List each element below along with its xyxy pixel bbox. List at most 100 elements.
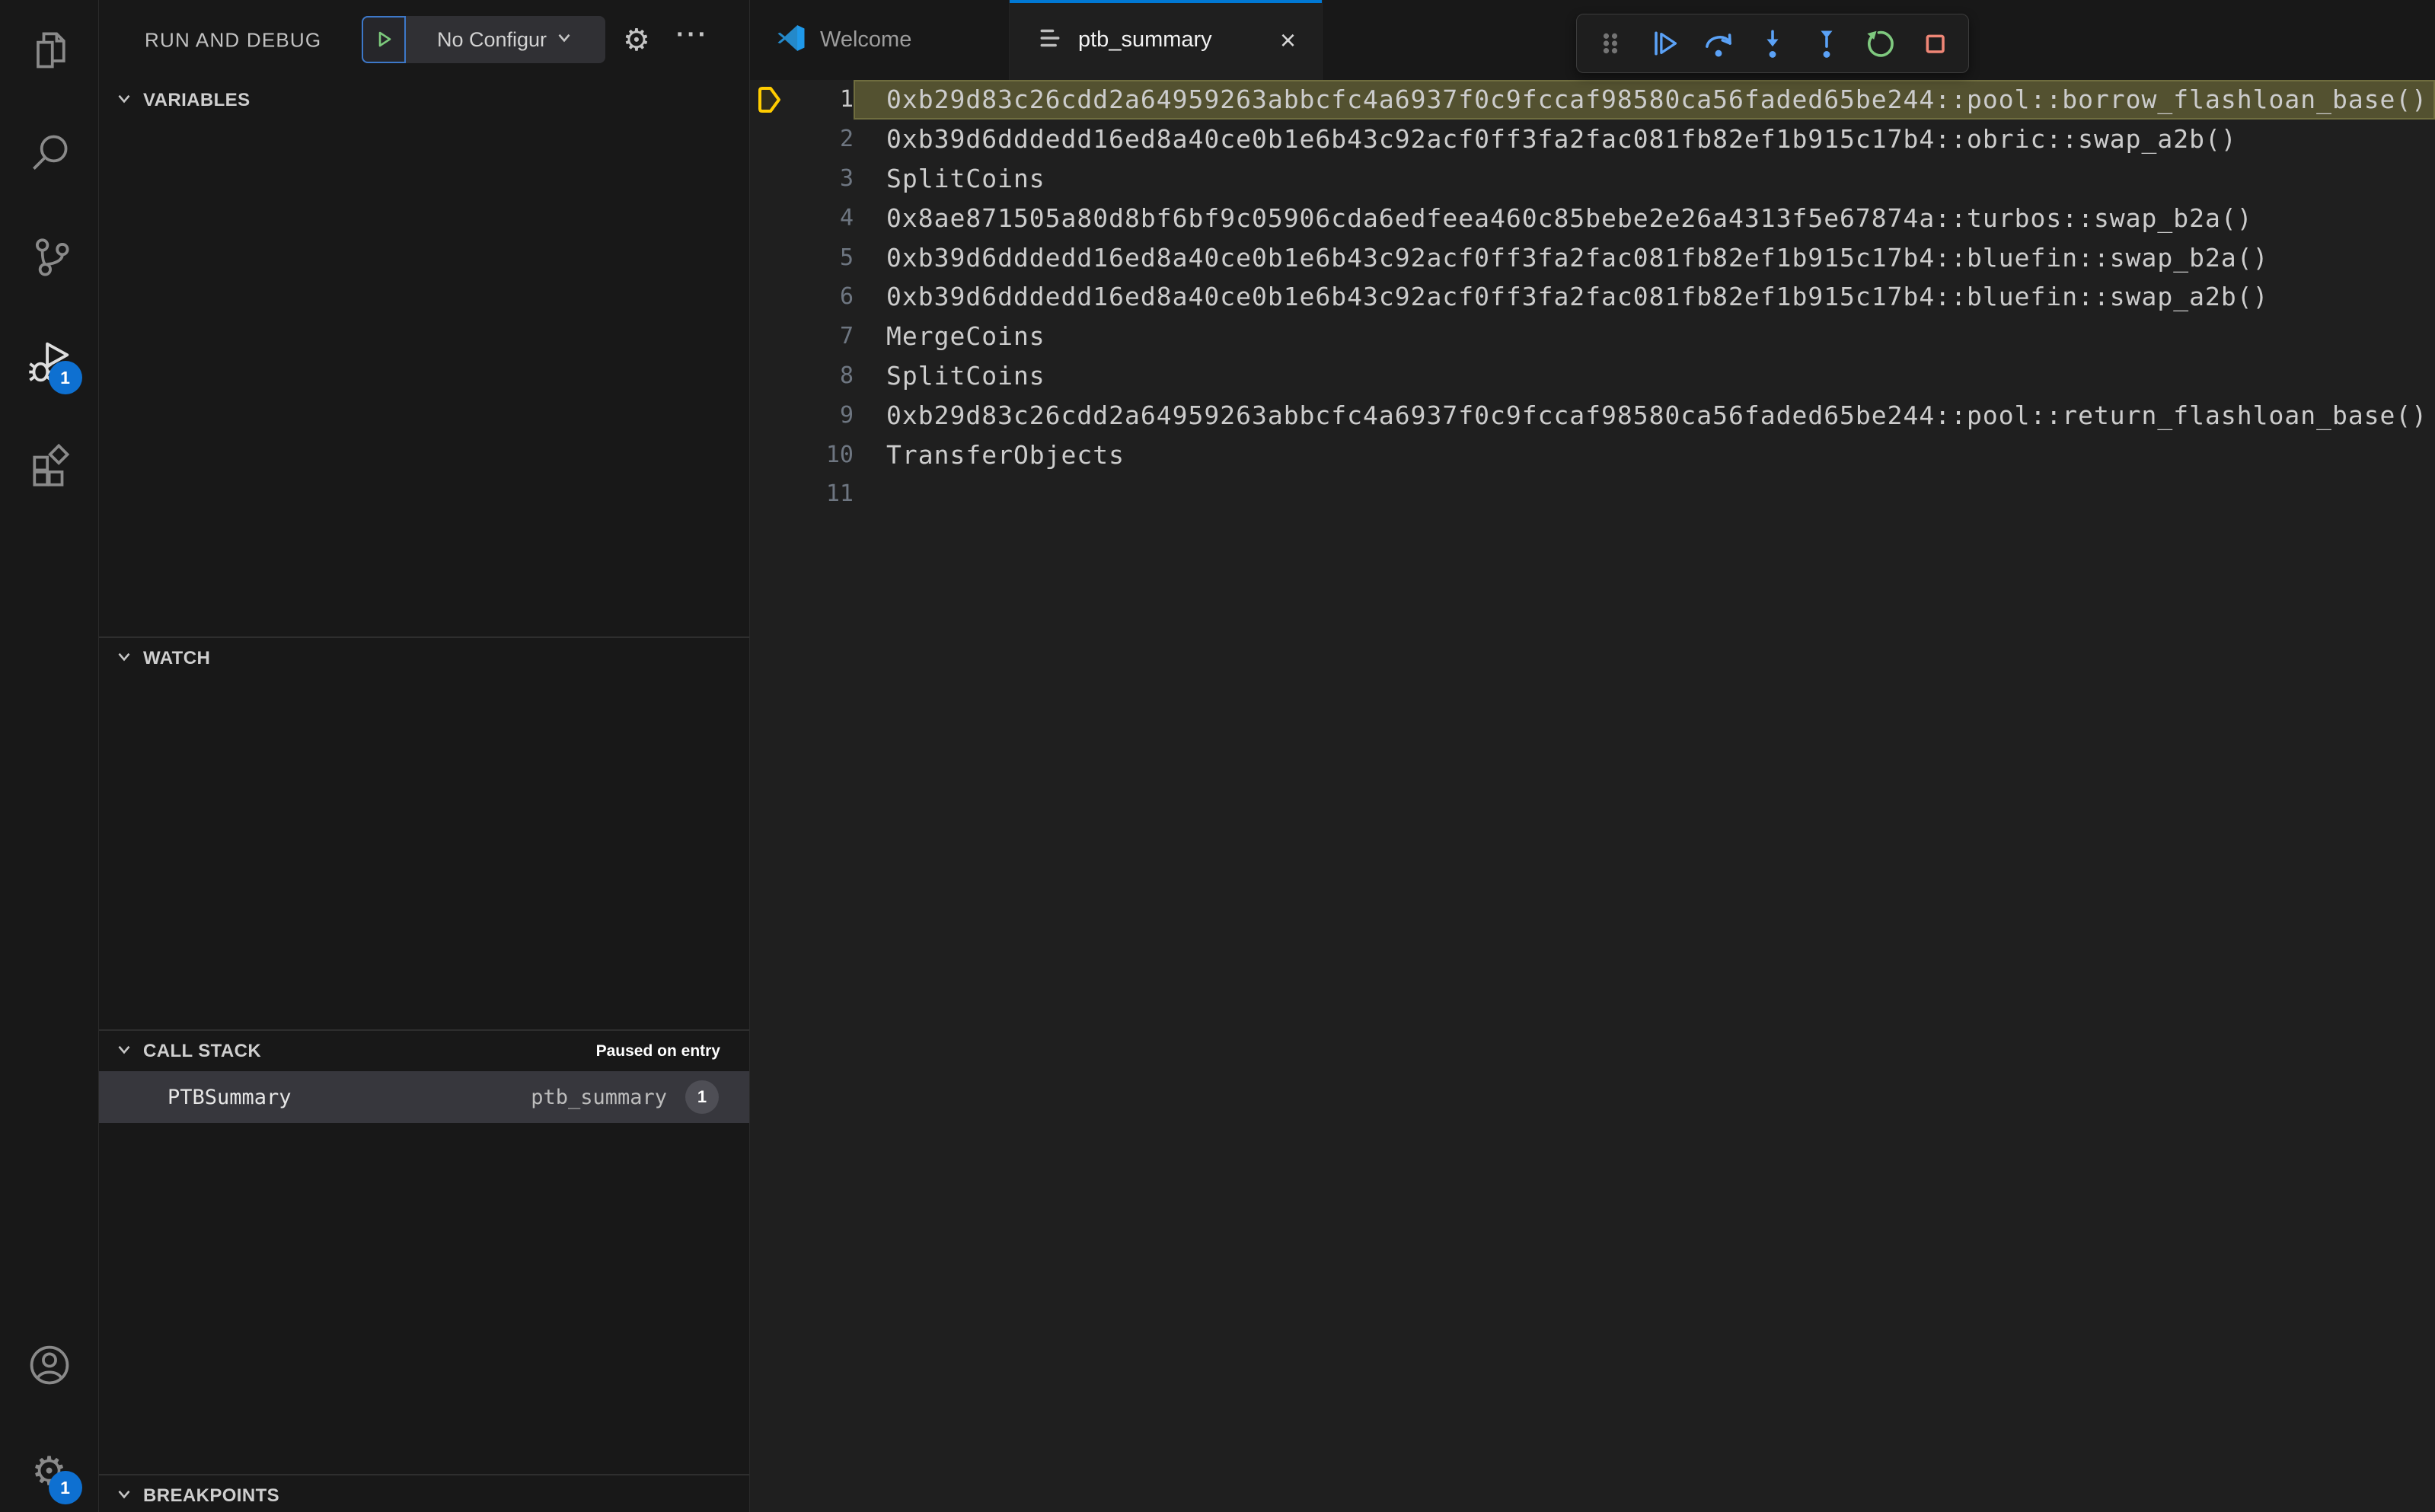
search-icon bbox=[27, 130, 72, 180]
gripper-dots-icon bbox=[1603, 33, 1618, 54]
call-stack-section-header[interactable]: CALL STACK Paused on entry bbox=[99, 1031, 749, 1071]
launch-configuration-control[interactable]: No Configur bbox=[362, 16, 605, 63]
line-number: 3 bbox=[839, 164, 854, 192]
code-text[interactable]: 0xb39d6dddedd16ed8a40ce0b1e6b43c92acf0ff… bbox=[854, 238, 2435, 277]
code-line[interactable]: 4 0x8ae871505a80d8bf6bf9c05906cda6edfeea… bbox=[750, 198, 2435, 238]
code-text[interactable] bbox=[854, 474, 2435, 514]
activity-item-source-control[interactable] bbox=[26, 234, 73, 282]
step-into-icon bbox=[1766, 30, 1779, 58]
line-number: 2 bbox=[839, 126, 854, 153]
step-into-button[interactable] bbox=[1751, 22, 1794, 65]
line-number: 5 bbox=[839, 244, 854, 271]
code-line[interactable]: 2 0xb39d6dddedd16ed8a40ce0b1e6b43c92acf0… bbox=[750, 120, 2435, 159]
call-stack-frame-row[interactable]: PTBSummary ptb_summary 1 bbox=[99, 1071, 749, 1123]
toolbar-drag-gripper[interactable] bbox=[1589, 22, 1632, 65]
code-line[interactable]: 5 0xb39d6dddedd16ed8a40ce0b1e6b43c92acf0… bbox=[750, 238, 2435, 277]
code-line[interactable]: 10 TransferObjects bbox=[750, 435, 2435, 474]
chevron-down-icon bbox=[114, 1484, 134, 1507]
activity-bar: 1 ⚙ 1 bbox=[0, 0, 99, 1512]
code-text[interactable]: TransferObjects bbox=[854, 435, 2435, 474]
breakpoints-section-label: BREAKPOINTS bbox=[143, 1485, 280, 1506]
stop-button[interactable] bbox=[1913, 22, 1956, 65]
stack-frame-name: PTBSummary bbox=[168, 1085, 292, 1109]
restart-icon bbox=[1867, 30, 1894, 57]
tab-ptb-summary-label: ptb_summary bbox=[1078, 27, 1212, 52]
code-line[interactable]: 11 bbox=[750, 474, 2435, 514]
code-line[interactable]: 3 SplitCoins bbox=[750, 159, 2435, 199]
code-text[interactable]: SplitCoins bbox=[854, 356, 2435, 396]
continue-button[interactable] bbox=[1643, 22, 1686, 65]
activity-item-accounts[interactable] bbox=[26, 1343, 73, 1390]
line-number: 11 bbox=[825, 480, 854, 508]
close-icon[interactable]: × bbox=[1280, 26, 1296, 54]
watch-section-label: WATCH bbox=[143, 647, 211, 668]
configuration-dropdown[interactable]: No Configur bbox=[406, 16, 605, 63]
breakpoint-gutter[interactable] bbox=[750, 474, 803, 514]
tab-ptb-summary[interactable]: ptb_summary × bbox=[1010, 0, 1323, 80]
play-icon bbox=[378, 31, 391, 47]
breakpoint-gutter[interactable] bbox=[750, 435, 803, 474]
code-text[interactable]: 0xb29d83c26cdd2a64959263abbcfc4a6937f0c9… bbox=[854, 80, 2435, 120]
watch-section-header[interactable]: WATCH bbox=[99, 638, 749, 678]
step-over-button[interactable] bbox=[1697, 22, 1740, 65]
code-text[interactable]: SplitCoins bbox=[854, 159, 2435, 199]
open-launch-json-gear-icon[interactable]: ⚙ bbox=[623, 25, 650, 56]
code-line[interactable]: 6 0xb39d6dddedd16ed8a40ce0b1e6b43c92acf0… bbox=[750, 277, 2435, 317]
code-text[interactable]: 0x8ae871505a80d8bf6bf9c05906cda6edfeea46… bbox=[854, 198, 2435, 238]
chevron-down-icon bbox=[114, 88, 134, 112]
line-number: 6 bbox=[839, 283, 854, 311]
debug-count-badge: 1 bbox=[48, 361, 82, 394]
activity-item-run-and-debug[interactable]: 1 bbox=[26, 338, 82, 394]
line-number: 10 bbox=[825, 441, 854, 468]
run-and-debug-sidebar: RUN AND DEBUG No Configur ⚙ ··· VARIABLE… bbox=[99, 0, 750, 1512]
breakpoint-gutter[interactable] bbox=[750, 238, 803, 277]
code-line[interactable]: 1 0xb29d83c26cdd2a64959263abbcfc4a6937f0… bbox=[750, 80, 2435, 120]
variables-section-header[interactable]: VARIABLES bbox=[99, 80, 749, 120]
breakpoint-gutter[interactable] bbox=[750, 80, 803, 120]
chevron-down-icon bbox=[114, 1039, 134, 1063]
variables-section: VARIABLES bbox=[99, 80, 749, 636]
breakpoint-gutter[interactable] bbox=[750, 198, 803, 238]
views-and-more-actions-button[interactable]: ··· bbox=[676, 21, 709, 50]
code-line[interactable]: 8 SplitCoins bbox=[750, 356, 2435, 396]
activity-item-search[interactable] bbox=[26, 131, 73, 178]
breakpoint-gutter[interactable] bbox=[750, 317, 803, 356]
breakpoint-gutter[interactable] bbox=[750, 356, 803, 396]
line-number: 1 bbox=[839, 86, 854, 113]
account-icon bbox=[27, 1342, 72, 1392]
activity-item-settings[interactable]: ⚙ 1 bbox=[26, 1448, 82, 1504]
step-out-button[interactable] bbox=[1805, 22, 1848, 65]
activity-item-extensions[interactable] bbox=[26, 442, 73, 489]
call-stack-section: CALL STACK Paused on entry PTBSummary pt… bbox=[99, 1029, 749, 1474]
code-line[interactable]: 7 MergeCoins bbox=[750, 317, 2435, 356]
code-text[interactable]: MergeCoins bbox=[854, 317, 2435, 356]
current-stack-frame-arrow-icon bbox=[758, 87, 780, 113]
breakpoint-gutter[interactable] bbox=[750, 277, 803, 317]
vscode-window: 1 ⚙ 1 RUN AND DEBUG No Configur ⚙ ··· VA… bbox=[0, 0, 2435, 1512]
breakpoint-gutter[interactable] bbox=[750, 395, 803, 435]
paused-status-text: Paused on entry bbox=[595, 1041, 720, 1060]
editor-group: Welcome ptb_summary × 1 0xb29d83c26cdd2a… bbox=[750, 0, 2435, 1512]
continue-icon bbox=[1655, 31, 1677, 56]
start-debugging-button[interactable] bbox=[362, 16, 406, 63]
chevron-down-icon bbox=[554, 27, 574, 53]
breakpoint-gutter[interactable] bbox=[750, 120, 803, 159]
vscode-logo-icon bbox=[776, 23, 806, 57]
code-text[interactable]: 0xb39d6dddedd16ed8a40ce0b1e6b43c92acf0ff… bbox=[854, 277, 2435, 317]
line-number: 7 bbox=[839, 323, 854, 350]
code-text[interactable]: 0xb29d83c26cdd2a64959263abbcfc4a6937f0c9… bbox=[854, 395, 2435, 435]
configuration-label: No Configur bbox=[436, 27, 547, 51]
tab-welcome[interactable]: Welcome bbox=[750, 0, 1010, 80]
code-editor[interactable]: 1 0xb29d83c26cdd2a64959263abbcfc4a6937f0… bbox=[750, 80, 2435, 514]
code-line[interactable]: 9 0xb29d83c26cdd2a64959263abbcfc4a6937f0… bbox=[750, 395, 2435, 435]
chevron-down-icon bbox=[114, 646, 134, 670]
line-number: 9 bbox=[839, 401, 854, 429]
code-text[interactable]: 0xb39d6dddedd16ed8a40ce0b1e6b43c92acf0ff… bbox=[854, 120, 2435, 159]
breakpoint-gutter[interactable] bbox=[750, 159, 803, 199]
restart-button[interactable] bbox=[1859, 22, 1902, 65]
source-control-icon bbox=[27, 234, 72, 283]
debug-toolbar bbox=[1576, 14, 1969, 73]
stack-frame-source: ptb_summary bbox=[531, 1085, 667, 1109]
breakpoints-section-header[interactable]: BREAKPOINTS bbox=[99, 1475, 749, 1512]
activity-item-explorer[interactable] bbox=[26, 27, 73, 75]
